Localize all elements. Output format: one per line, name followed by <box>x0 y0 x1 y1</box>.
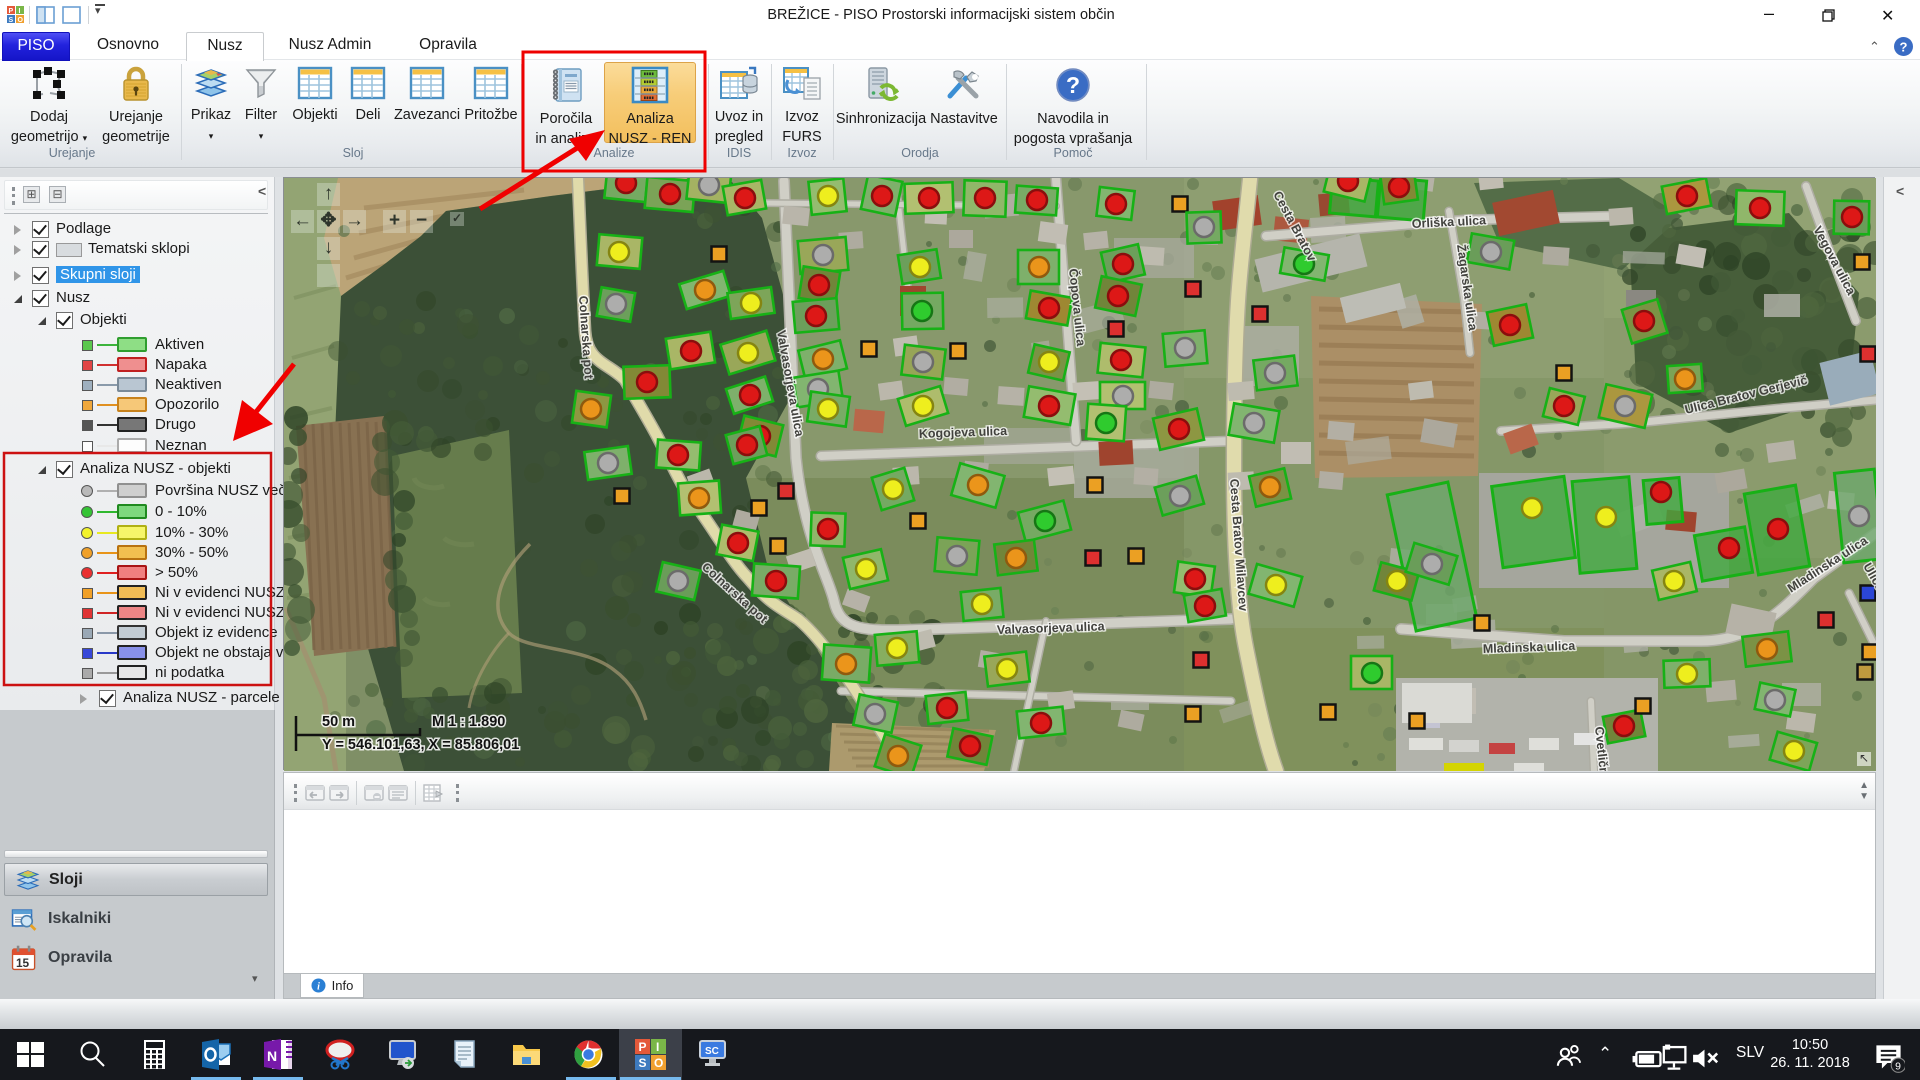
svg-text:P: P <box>639 1040 647 1054</box>
svg-text:15: 15 <box>16 956 30 970</box>
svg-text:I: I <box>656 1040 659 1054</box>
svg-text:50 m: 50 m <box>322 714 355 730</box>
svg-text:?: ? <box>1900 40 1908 55</box>
svg-text:?: ? <box>1066 72 1080 98</box>
svg-text:9: 9 <box>1895 1062 1901 1073</box>
svg-text:O: O <box>654 1056 663 1070</box>
svg-text:i: i <box>317 982 320 993</box>
svg-text:Y = 546.101,63, X = 85.806,01: Y = 546.101,63, X = 85.806,01 <box>322 737 519 753</box>
svg-text:S: S <box>639 1056 647 1070</box>
svg-text:M 1 : 1.890: M 1 : 1.890 <box>432 714 505 730</box>
svg-text:N: N <box>267 1048 277 1064</box>
svg-text:SC: SC <box>705 1046 719 1057</box>
